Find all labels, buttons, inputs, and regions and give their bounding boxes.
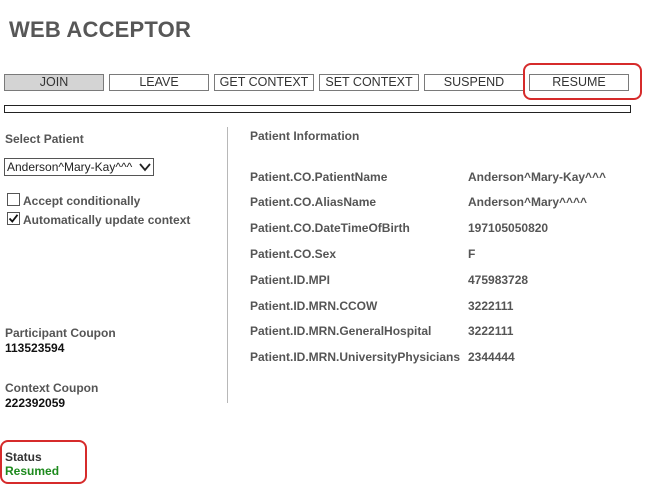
field-label-mrn-university-physicians: Patient.ID.MRN.UniversityPhysicians (250, 350, 461, 364)
context-coupon-label: Context Coupon (5, 381, 99, 395)
field-label-patient-name: Patient.CO.PatientName (250, 170, 388, 184)
leave-button[interactable]: LEAVE (109, 74, 209, 91)
participant-coupon-label: Participant Coupon (5, 326, 116, 340)
field-value-mrn-general-hospital: 3222111 (468, 324, 514, 338)
patient-select[interactable]: Anderson^Mary-Kay^^^ (4, 158, 154, 176)
field-value-mpi: 475983728 (468, 273, 529, 287)
field-label-mrn-general-hospital: Patient.ID.MRN.GeneralHospital (250, 324, 432, 338)
field-value-mrn-university-physicians: 2344444 (468, 350, 515, 364)
chevron-down-icon (139, 161, 151, 173)
participant-coupon-value: 113523594 (5, 341, 65, 355)
auto-update-checkbox[interactable] (7, 212, 20, 225)
select-patient-label: Select Patient (5, 132, 84, 146)
field-label-dob: Patient.CO.DateTimeOfBirth (250, 221, 410, 235)
field-value-mrn-ccow: 3222111 (468, 299, 514, 313)
join-button[interactable]: JOIN (4, 74, 104, 91)
status-value: Resumed (5, 464, 60, 478)
field-label-mrn-ccow: Patient.ID.MRN.CCOW (250, 299, 378, 313)
field-value-patient-name: Anderson^Mary-Kay^^^ (468, 170, 607, 184)
context-coupon-value: 222392059 (5, 396, 66, 410)
suspend-button[interactable]: SUSPEND (424, 74, 524, 91)
status-label: Status (5, 450, 42, 464)
progress-bar (4, 105, 631, 113)
auto-update-label: Automatically update context (23, 213, 191, 227)
field-value-alias-name: Anderson^Mary^^^^ (468, 195, 588, 209)
auto-update-row[interactable]: Automatically update context (7, 212, 190, 227)
resume-highlight (523, 63, 642, 100)
patient-select-value: Anderson^Mary-Kay^^^ (7, 160, 133, 174)
field-label-sex: Patient.CO.Sex (250, 247, 337, 261)
field-value-dob: 197105050820 (468, 221, 549, 235)
field-value-sex: F (468, 247, 476, 261)
field-label-alias-name: Patient.CO.AliasName (250, 195, 377, 209)
set-context-button[interactable]: SET CONTEXT (319, 74, 419, 91)
accept-conditionally-checkbox[interactable] (7, 193, 20, 206)
field-label-mpi: Patient.ID.MPI (250, 273, 331, 287)
checkmark-icon (8, 214, 19, 223)
accept-conditionally-label: Accept conditionally (23, 194, 141, 208)
patient-info-heading: Patient Information (250, 129, 360, 143)
get-context-button[interactable]: GET CONTEXT (214, 74, 314, 91)
app-title: WEB ACCEPTOR (9, 17, 192, 42)
accept-conditionally-row[interactable]: Accept conditionally (7, 193, 140, 208)
panel-divider (227, 127, 228, 403)
